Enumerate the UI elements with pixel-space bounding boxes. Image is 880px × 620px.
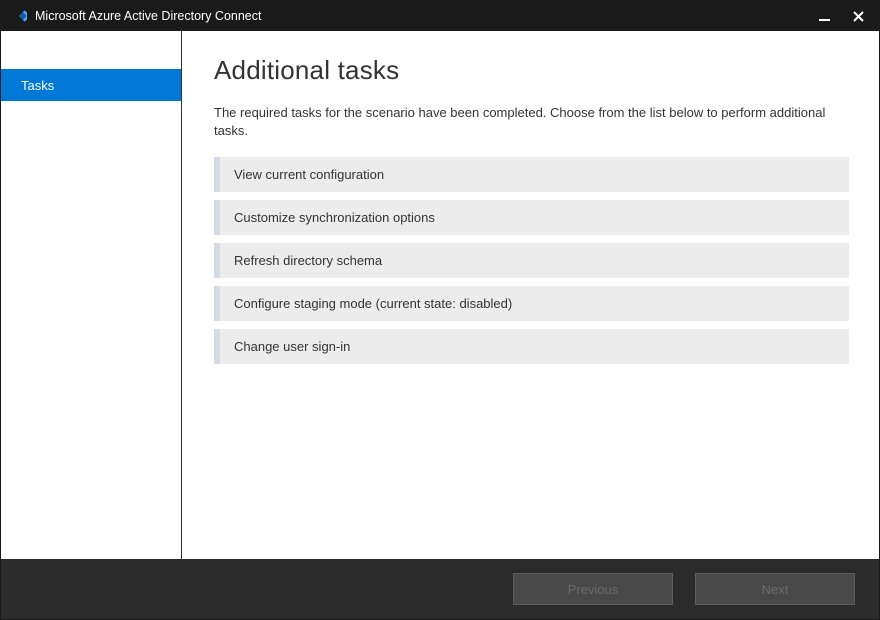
task-change-user-sign-in[interactable]: Change user sign-in: [214, 329, 849, 364]
footer: Previous Next: [1, 559, 879, 619]
task-label: Refresh directory schema: [234, 253, 382, 268]
body-area: Tasks Additional tasks The required task…: [1, 31, 879, 559]
window-title: Microsoft Azure Active Directory Connect: [35, 9, 261, 23]
task-label: Customize synchronization options: [234, 210, 435, 225]
task-label: Configure staging mode (current state: d…: [234, 296, 512, 311]
task-refresh-directory-schema[interactable]: Refresh directory schema: [214, 243, 849, 278]
task-customize-synchronization-options[interactable]: Customize synchronization options: [214, 200, 849, 235]
azure-ad-connect-icon: [11, 8, 27, 24]
titlebar: Microsoft Azure Active Directory Connect: [1, 1, 879, 31]
task-configure-staging-mode[interactable]: Configure staging mode (current state: d…: [214, 286, 849, 321]
page-description: The required tasks for the scenario have…: [214, 104, 849, 139]
sidebar-item-label: Tasks: [21, 78, 54, 93]
close-button[interactable]: [845, 6, 871, 26]
next-button[interactable]: Next: [695, 573, 855, 605]
task-label: Change user sign-in: [234, 339, 350, 354]
task-view-current-configuration[interactable]: View current configuration: [214, 157, 849, 192]
page-title: Additional tasks: [214, 55, 849, 86]
previous-button[interactable]: Previous: [513, 573, 673, 605]
sidebar: Tasks: [1, 31, 182, 559]
task-list: View current configuration Customize syn…: [214, 157, 849, 364]
content-pane: Additional tasks The required tasks for …: [182, 31, 879, 559]
sidebar-item-tasks[interactable]: Tasks: [1, 69, 181, 101]
task-label: View current configuration: [234, 167, 384, 182]
minimize-button[interactable]: [811, 6, 837, 26]
